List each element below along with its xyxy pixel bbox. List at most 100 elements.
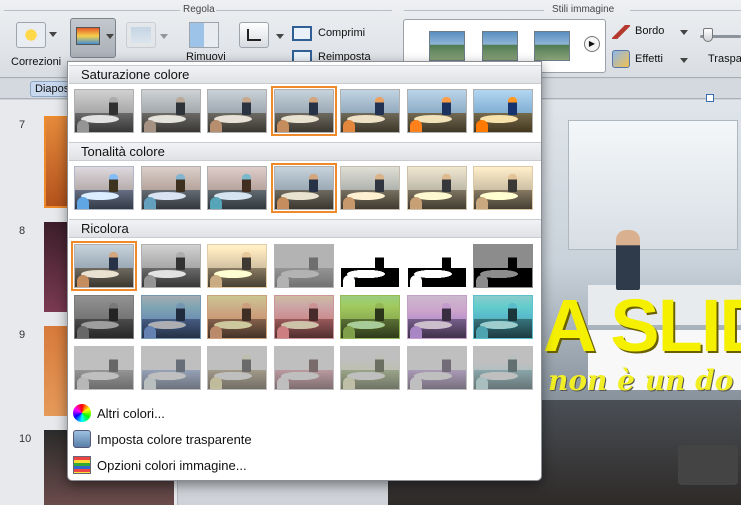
color-swatch[interactable] xyxy=(473,89,533,133)
swatch-front-person xyxy=(143,197,156,209)
group-divider xyxy=(216,10,392,11)
color-swatch[interactable] xyxy=(74,295,134,339)
color-swatch[interactable] xyxy=(207,295,267,339)
gallery-next-icon[interactable]: ▶ xyxy=(584,36,600,52)
colore-button[interactable] xyxy=(70,18,116,58)
bordo-button[interactable]: Bordo xyxy=(612,23,692,41)
swatch-wall xyxy=(341,296,399,320)
color-swatch[interactable] xyxy=(406,346,467,390)
opzioni-colori-item[interactable]: Opzioni colori immagine... xyxy=(73,454,247,476)
swatch-person xyxy=(175,354,185,372)
swatch-wall xyxy=(274,167,333,191)
swatch-wall xyxy=(141,296,200,320)
chevron-down-icon[interactable] xyxy=(49,32,57,37)
altri-colori-item[interactable]: Altri colori... xyxy=(73,402,165,424)
color-swatch[interactable] xyxy=(140,244,201,288)
color-swatch[interactable] xyxy=(340,166,400,210)
style-thumb[interactable] xyxy=(534,31,570,61)
color-swatch[interactable] xyxy=(270,86,337,136)
color-swatch[interactable] xyxy=(273,295,334,339)
color-swatch[interactable] xyxy=(273,346,334,390)
slide-subtitle: non è un do xyxy=(548,364,734,397)
style-thumb[interactable] xyxy=(482,31,518,61)
imposta-trasparente-item[interactable]: Imposta colore trasparente xyxy=(73,428,252,450)
swatch-person xyxy=(242,252,251,270)
color-swatch[interactable] xyxy=(207,346,267,390)
swatch-front-person xyxy=(210,275,222,287)
color-swatch[interactable] xyxy=(406,295,467,339)
ritaglia-button[interactable] xyxy=(239,22,269,48)
swatch-wall xyxy=(208,347,266,371)
color-swatch[interactable] xyxy=(340,346,400,390)
swatch-wall xyxy=(474,245,532,269)
rimuovi-sfondo-button[interactable]: Rimuovi xyxy=(186,18,226,63)
chevron-down-icon[interactable] xyxy=(160,34,168,39)
swatch-front-person xyxy=(476,377,488,389)
color-swatch[interactable] xyxy=(140,89,201,133)
correzioni-label: Correzioni xyxy=(11,56,62,68)
color-swatch[interactable] xyxy=(140,166,201,210)
slider-knob[interactable] xyxy=(703,28,713,42)
swatch-front-person xyxy=(476,326,488,338)
picture-color-icon xyxy=(76,27,100,45)
swatch-person xyxy=(109,174,118,192)
swatch-front-person xyxy=(143,120,156,132)
comprimi-label: Comprimi xyxy=(318,27,366,39)
style-thumb[interactable] xyxy=(429,31,465,61)
chevron-down-icon xyxy=(106,34,114,39)
swatch-front-person xyxy=(409,275,422,287)
chevron-down-icon[interactable] xyxy=(276,34,284,39)
selection-handle[interactable] xyxy=(706,94,714,102)
color-swatch[interactable] xyxy=(340,295,400,339)
color-swatch[interactable] xyxy=(406,166,467,210)
color-swatch[interactable] xyxy=(140,346,201,390)
swatch-person xyxy=(441,303,451,321)
color-swatch[interactable] xyxy=(140,295,201,339)
swatch-person xyxy=(308,97,318,115)
color-swatch[interactable] xyxy=(473,166,533,210)
color-swatch[interactable] xyxy=(340,89,400,133)
correzioni-button[interactable]: Correzioni xyxy=(11,18,62,70)
swatch-wall xyxy=(407,245,466,269)
pen-icon xyxy=(612,25,630,39)
color-swatch[interactable] xyxy=(207,166,267,210)
swatch-wall xyxy=(274,245,333,269)
color-swatch[interactable] xyxy=(340,244,400,288)
group-divider xyxy=(630,10,741,11)
color-swatch[interactable] xyxy=(406,244,467,288)
color-swatch[interactable] xyxy=(270,163,337,213)
color-swatch[interactable] xyxy=(473,346,533,390)
swatch-wall xyxy=(75,167,133,191)
swatch-wall xyxy=(407,90,466,114)
group-divider xyxy=(404,10,544,11)
swatch-person xyxy=(308,354,318,372)
crop-icon xyxy=(247,29,261,41)
swatch-person xyxy=(375,354,384,372)
color-swatch[interactable] xyxy=(473,244,533,288)
comprimi-button[interactable]: Comprimi xyxy=(292,25,372,43)
color-swatch[interactable] xyxy=(273,244,334,288)
color-swatch[interactable] xyxy=(74,89,134,133)
color-swatch[interactable] xyxy=(74,166,134,210)
slide-number: 7 xyxy=(19,119,26,131)
swatch-person xyxy=(242,97,251,115)
color-swatch[interactable] xyxy=(71,241,137,291)
swatch-person xyxy=(308,303,318,321)
color-swatch[interactable] xyxy=(74,346,134,390)
effetti-button[interactable]: Effetti xyxy=(612,50,692,70)
effetti-artistici-button[interactable] xyxy=(126,22,156,48)
color-swatch[interactable] xyxy=(406,89,467,133)
swatch-wall xyxy=(208,296,266,320)
color-swatch[interactable] xyxy=(207,244,267,288)
swatch-front-person xyxy=(77,275,89,287)
swatch-front-person xyxy=(77,197,89,209)
swatch-person xyxy=(109,252,118,270)
swatch-person xyxy=(308,174,318,192)
color-menu: Saturazione colore Tonalità colore Ricol… xyxy=(67,61,542,481)
swatch-front-person xyxy=(476,120,488,132)
color-swatch[interactable] xyxy=(473,295,533,339)
color-swatch[interactable] xyxy=(207,89,267,133)
swatch-front-person xyxy=(77,377,89,389)
swatch-front-person xyxy=(276,120,289,132)
swatch-front-person xyxy=(276,197,289,209)
